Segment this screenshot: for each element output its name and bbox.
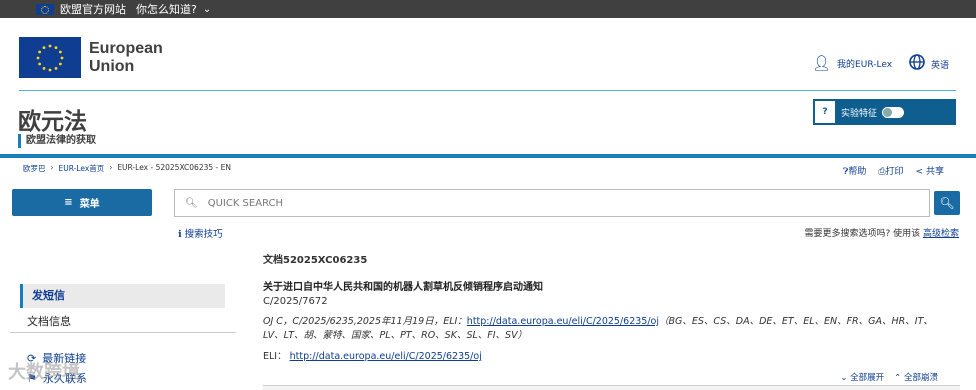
search-tips-link[interactable]: ℹ 搜索技巧: [178, 226, 223, 240]
print-icon: ⎙: [878, 167, 886, 177]
advanced-search-link[interactable]: 高级检索: [923, 229, 959, 239]
search-button[interactable]: 🔍︎: [934, 191, 960, 215]
header-band: [0, 154, 976, 158]
eli-link[interactable]: http://data.europa.eu/eli/C/2025/6235/oj: [290, 351, 482, 362]
document-reference: C/2025/7672: [263, 296, 328, 307]
globe-icon: [909, 54, 925, 74]
top-bar: 欧盟官方网站 你怎么知道? ⌄: [0, 0, 976, 18]
my-eurlex-link[interactable]: 👤︎ 我的EUR-Lex: [812, 54, 892, 72]
breadcrumb-separator-icon: ›: [50, 163, 54, 172]
sidebar-item-doc-info[interactable]: 文档信息: [27, 313, 71, 329]
page-tools: ❓︎帮助 ⎙打印 < 共享: [843, 164, 944, 177]
logo-line-1: European: [89, 40, 163, 57]
eu-flag-icon: [36, 3, 54, 15]
eu-official-site-text: 欧盟官方网站: [60, 3, 126, 16]
my-eurlex-label: 我的EUR-Lex: [837, 59, 893, 70]
menu-label: 菜单: [79, 199, 100, 210]
official-journal-reference: OJ C，C/2025/6235,2025年11月19日，ELI：http://…: [263, 316, 933, 341]
language-selector[interactable]: 英语: [909, 54, 949, 74]
print-link[interactable]: ⎙打印: [878, 164, 903, 177]
logo-line-2: Union: [89, 58, 135, 75]
experimental-label: 实验特征: [841, 108, 878, 119]
document-title: 关于进口自中华人民共和国的机器人割草机反倾销程序启动通知: [263, 282, 543, 293]
breadcrumb-eurlex-home[interactable]: EUR-Lex首页: [59, 163, 105, 174]
chevron-down-icon[interactable]: ⌄: [203, 4, 211, 15]
share-icon: <: [915, 167, 924, 177]
watermark: 大数跨境: [8, 362, 80, 383]
sidebar-divider: [10, 332, 236, 333]
expand-collapse-controls: ⌄ 全部展开 ⌃ 全部崩溃: [840, 371, 938, 383]
search-icon: 🔍︎: [939, 196, 955, 210]
search-placeholder: QUICK SEARCH: [207, 197, 284, 209]
eu-logo-text[interactable]: European Union: [89, 40, 163, 76]
toggle-switch[interactable]: [882, 106, 905, 118]
header-divider: [19, 90, 956, 91]
share-link[interactable]: < 共享: [916, 164, 944, 177]
help-icon[interactable]: ?: [815, 101, 835, 123]
site-subtitle: 欧盟法律的获取: [18, 134, 96, 148]
language-label: 英语: [931, 60, 950, 71]
breadcrumb-home[interactable]: 欧罗巴: [23, 163, 46, 174]
how-know-toggle[interactable]: 你怎么知道?: [136, 1, 197, 17]
collapse-all-link[interactable]: ⌃ 全部崩溃: [894, 371, 938, 383]
eli-reference: ELI： http://data.europa.eu/eli/C/2025/62…: [263, 351, 482, 362]
expand-all-link[interactable]: ⌄ 全部展开: [840, 371, 884, 383]
site-title[interactable]: 欧元法: [18, 102, 87, 136]
info-icon: ℹ: [178, 229, 182, 240]
advanced-search-prompt: 需要更多搜索选项吗? 使用该 高级检索: [804, 229, 959, 239]
document-number: 文档52025XC06235: [263, 255, 368, 266]
chevron-down-icon: ⌄: [840, 373, 848, 383]
menu-button[interactable]: ≡ 菜单: [12, 189, 152, 216]
sidebar-item-text[interactable]: 发短信: [20, 284, 225, 308]
search-icon: 🔍︎: [185, 197, 198, 209]
chevron-up-icon: ⌃: [894, 373, 902, 383]
help-link[interactable]: ❓︎帮助: [843, 164, 866, 177]
hamburger-icon: ≡: [64, 197, 73, 208]
eu-logo-flag[interactable]: [19, 37, 81, 78]
quick-search-input[interactable]: 🔍︎ QUICK SEARCH: [174, 189, 930, 217]
breadcrumb-current: EUR-Lex - 52025XC06235 - EN: [117, 163, 231, 172]
person-icon: 👤︎: [812, 54, 832, 72]
breadcrumb: 欧罗巴 › EUR-Lex首页 › EUR-Lex - 52025XC06235…: [23, 163, 231, 174]
experimental-features-toggle[interactable]: ? 实验特征: [813, 99, 956, 125]
content-panel-top: [263, 385, 960, 390]
oj-eli-link[interactable]: http://data.europa.eu/eli/C/2025/6235/oj: [467, 316, 659, 327]
breadcrumb-separator-icon: ›: [109, 163, 113, 172]
